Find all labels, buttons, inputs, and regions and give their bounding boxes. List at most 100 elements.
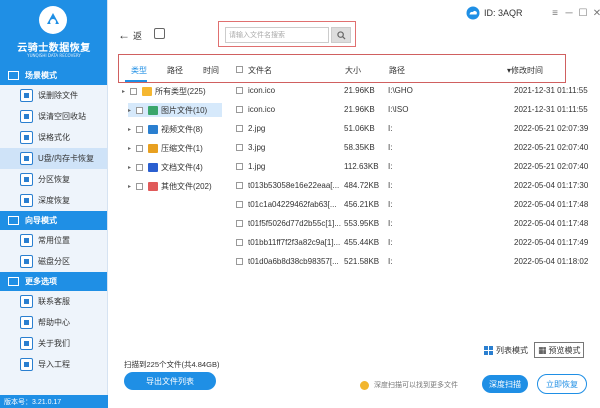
file-path: I:\GHO [388,86,413,95]
file-checkbox[interactable] [236,201,243,208]
list-view-icon [484,345,493,355]
tree-item[interactable]: ▸ 文档文件(4) [128,160,222,174]
file-header-bar: 类型 路径 时间 文件名 大小 路径 ▾修改时间 [118,54,566,83]
maximize-icon[interactable]: ☐ [578,8,588,19]
tree-item-label: 所有类型(225) [155,86,206,96]
recover-now-button[interactable]: 立即恢复 [537,374,587,394]
about-icon [20,337,33,350]
tree-item[interactable]: ▸ 所有类型(225) [122,84,222,98]
file-checkbox[interactable] [236,163,243,170]
sidebar-item-0-4[interactable]: 分区恢复 [0,169,107,190]
export-list-button[interactable]: 导出文件列表 [124,372,216,390]
tree-item[interactable]: ▸ 其他文件(202) [128,179,222,193]
tree-item[interactable]: ▸ 视频文件(8) [128,122,222,136]
sidebar-item-label: 联系客服 [38,297,70,306]
import-icon [20,358,33,371]
expand-icon[interactable]: ▸ [128,183,136,190]
column-path[interactable]: 路径 [389,65,405,76]
sidebar-item-0-5[interactable]: 深度恢复 [0,190,107,211]
tab-time[interactable]: 时间 [203,65,219,76]
deep-scan-button[interactable]: 深度扫描 [482,375,528,393]
select-all-checkbox[interactable] [236,66,243,74]
file-path: I: [388,200,393,209]
file-checkbox[interactable] [236,258,243,265]
file-name: icon.ico [248,105,276,114]
file-checkbox[interactable] [236,182,243,189]
expand-icon[interactable]: ▸ [128,107,136,114]
tab-type[interactable]: 类型 [131,65,147,76]
file-row[interactable]: t01bb11ff7f2f3a82c9a[1]... 455.44KB I: 2022… [236,236,589,250]
file-time: 2022-05-04 01:17:49 [514,238,589,247]
file-name: t013b53058e16e22eaa[... [248,181,340,190]
file-name: 3.jpg [248,143,266,152]
file-row[interactable]: 2.jpg 51.06KB I: 2022-05-21 02:07:39 [236,122,588,136]
column-size[interactable]: 大小 [345,65,361,76]
tree-checkbox[interactable] [136,106,143,114]
file-checkbox[interactable] [236,144,243,151]
file-row[interactable]: t01f5f5026d77d2b55c[1]... 553.95KB I: 2022-… [236,217,588,231]
tree-checkbox[interactable] [136,144,143,152]
sidebar-item-label: 误格式化 [38,133,70,142]
expand-icon[interactable]: ▸ [128,126,136,133]
sidebar-item-2-1[interactable]: 帮助中心 [0,312,107,333]
file-type-icon [142,86,152,96]
search-input[interactable] [225,27,329,43]
sidebar-section-title: 更多选项 [25,277,57,286]
list-view-button[interactable]: 列表模式 [484,342,528,358]
file-checkbox[interactable] [236,87,243,94]
sidebar-section-0: 场景模式 [0,66,107,85]
expand-icon[interactable]: ▸ [122,88,130,95]
tree-checkbox[interactable] [136,163,143,171]
tree-checkbox[interactable] [136,125,143,133]
file-size: 484.72KB [344,181,380,190]
file-row[interactable]: icon.ico 21.96KB I:\ISO 2021-12-31 01:11:55 [236,103,588,117]
sidebar-item-2-2[interactable]: 关于我们 [0,333,107,354]
file-path: I: [388,238,393,247]
sidebar-item-0-3[interactable]: U盘/内存卡恢复 [0,148,107,169]
refresh-icon[interactable] [154,28,165,39]
file-checkbox[interactable] [236,106,243,113]
search-button[interactable] [331,27,351,43]
user-id[interactable]: ID: 3AQR [466,6,523,20]
menu-icon[interactable]: ≡ [550,8,560,19]
sidebar-item-0-2[interactable]: 误格式化 [0,127,107,148]
close-icon[interactable]: ✕ [592,8,600,19]
file-checkbox[interactable] [236,239,243,246]
column-name[interactable]: 文件名 [248,65,272,76]
tab-path[interactable]: 路径 [167,65,183,76]
file-checkbox[interactable] [236,220,243,227]
sidebar-item-1-0[interactable]: 常用位置 [0,230,107,251]
sidebar-section-title: 向导模式 [25,216,57,225]
minimize-icon[interactable]: ─ [564,8,574,19]
file-row[interactable]: 3.jpg 58.35KB I: 2022-05-21 02:07:40 [236,141,588,155]
sidebar-item-1-1[interactable]: 磁盘分区 [0,251,107,272]
column-modified[interactable]: ▾修改时间 [507,65,543,76]
sidebar-item-2-0[interactable]: 联系客服 [0,291,107,312]
tip-text: 深度扫描可以找到更多文件 [360,380,458,390]
file-type-icon [148,162,158,172]
search-box [218,21,356,47]
tree-item-label: 视频文件(8) [161,124,203,134]
tree-checkbox[interactable] [136,182,143,190]
expand-icon[interactable]: ▸ [128,145,136,152]
file-row[interactable]: t01d0a6b8d38cb98357[... 521.58KB I: 2022-05… [236,255,588,269]
tree-item[interactable]: ▸ 压缩文件(1) [128,141,222,155]
file-path: I: [388,181,393,190]
expand-icon[interactable]: ▸ [128,164,136,171]
back-button[interactable]: ← 返 [118,28,142,42]
scene-mode-icon [7,71,19,81]
sidebar-item-label: 分区恢复 [38,175,70,184]
sidebar-item-0-0[interactable]: 误删除文件 [0,85,107,106]
file-path: I: [388,219,393,228]
sidebar-item-2-3[interactable]: 导入工程 [0,354,107,375]
tree-item[interactable]: ▸ 图片文件(10) [128,103,222,117]
preview-view-button[interactable]: ▦ 预览模式 [534,342,584,358]
sidebar-item-0-1[interactable]: 误清空回收站 [0,106,107,127]
file-row[interactable]: icon.ico 21.96KB I:\GHO 2021-12-31 01:11:55 [236,84,588,98]
file-row[interactable]: t013b53058e16e22eaa[... 484.72KB I: 2022-05… [236,179,588,193]
file-row[interactable]: t01c1a04229462fab63[... 456.21KB I: 2022-05… [236,198,588,212]
file-row[interactable]: 1.jpg 112.63KB I: 2022-05-21 02:07:40 [236,160,588,174]
file-path: I: [388,143,393,152]
file-checkbox[interactable] [236,125,243,132]
tree-checkbox[interactable] [130,87,137,95]
